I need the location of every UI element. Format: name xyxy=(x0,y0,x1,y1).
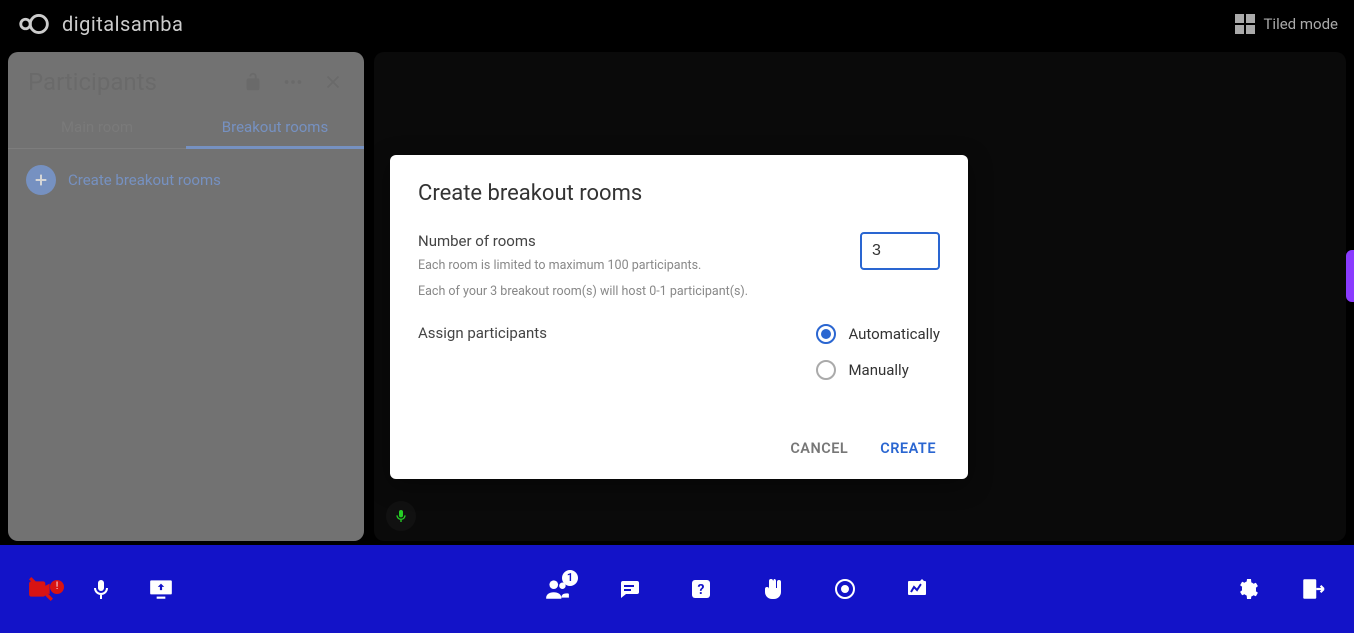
bottombar-left: ! xyxy=(28,576,288,602)
chat-button[interactable] xyxy=(616,576,642,602)
qa-button[interactable]: ? xyxy=(688,576,714,602)
logo-icon xyxy=(16,14,54,34)
close-icon[interactable] xyxy=(322,71,344,93)
number-of-rooms-input[interactable] xyxy=(860,232,940,270)
brand-name: digitalsamba xyxy=(62,12,183,36)
panel-body: Create breakout rooms xyxy=(8,149,364,211)
assign-options: Automatically Manually xyxy=(816,324,940,380)
warning-badge: ! xyxy=(50,580,64,594)
tab-breakout-rooms[interactable]: Breakout rooms xyxy=(186,106,364,149)
assign-row: Assign participants Automatically Manual… xyxy=(418,324,940,380)
speaker-mic-indicator[interactable] xyxy=(386,501,416,531)
modal-actions: CANCEL CREATE xyxy=(418,402,940,463)
participants-header: Participants xyxy=(8,52,364,106)
participants-title: Participants xyxy=(28,68,157,96)
assign-label: Assign participants xyxy=(418,324,547,342)
camera-button[interactable]: ! xyxy=(28,576,54,602)
tab-main-room[interactable]: Main room xyxy=(8,106,186,148)
plus-icon xyxy=(26,165,56,195)
number-of-rooms-label: Number of rooms xyxy=(418,232,748,250)
lock-icon[interactable] xyxy=(242,71,264,93)
create-button[interactable]: CREATE xyxy=(876,434,940,463)
settings-button[interactable] xyxy=(1234,576,1260,602)
number-of-rooms-row: Number of rooms Each room is limited to … xyxy=(418,232,940,302)
topbar: digitalsamba Tiled mode xyxy=(0,0,1354,48)
share-screen-button[interactable] xyxy=(148,576,174,602)
panel-header-actions xyxy=(242,71,344,93)
record-button[interactable] xyxy=(832,576,858,602)
brand: digitalsamba xyxy=(16,12,183,36)
modal-title: Create breakout rooms xyxy=(418,181,940,206)
participants-panel: Participants Main room Breakout rooms Cr… xyxy=(8,52,364,541)
right-edge-handle[interactable] xyxy=(1346,250,1354,302)
number-of-rooms-help1: Each room is limited to maximum 100 part… xyxy=(418,256,748,276)
radio-icon xyxy=(816,360,836,380)
create-breakout-modal: Create breakout rooms Number of rooms Ea… xyxy=(390,155,968,479)
cancel-button[interactable]: CANCEL xyxy=(786,434,852,463)
radio-icon xyxy=(816,324,836,344)
assign-option-manual-label: Manually xyxy=(848,361,908,379)
assign-option-manual[interactable]: Manually xyxy=(816,360,940,380)
microphone-button[interactable] xyxy=(88,576,114,602)
assign-option-auto[interactable]: Automatically xyxy=(816,324,940,344)
participants-button[interactable]: 1 xyxy=(544,576,570,602)
grid-icon xyxy=(1235,14,1255,34)
number-of-rooms-help2: Each of your 3 breakout room(s) will hos… xyxy=(418,282,748,302)
assign-option-auto-label: Automatically xyxy=(848,325,940,343)
tiled-mode-label: Tiled mode xyxy=(1263,15,1338,33)
create-breakout-rooms-label: Create breakout rooms xyxy=(68,171,221,189)
number-of-rooms-text: Number of rooms Each room is limited to … xyxy=(418,232,748,302)
tiled-mode-button[interactable]: Tiled mode xyxy=(1235,14,1338,34)
participants-badge: 1 xyxy=(562,570,578,586)
whiteboard-button[interactable] xyxy=(904,576,930,602)
more-icon[interactable] xyxy=(282,71,304,93)
bottombar: ! 1 ? xyxy=(0,545,1354,633)
create-breakout-rooms-button[interactable]: Create breakout rooms xyxy=(26,165,346,195)
svg-text:?: ? xyxy=(698,582,705,598)
bottombar-center: 1 ? xyxy=(288,576,1186,602)
panel-tabs: Main room Breakout rooms xyxy=(8,106,364,149)
leave-button[interactable] xyxy=(1300,576,1326,602)
raise-hand-button[interactable] xyxy=(760,576,786,602)
bottombar-right xyxy=(1186,576,1326,602)
